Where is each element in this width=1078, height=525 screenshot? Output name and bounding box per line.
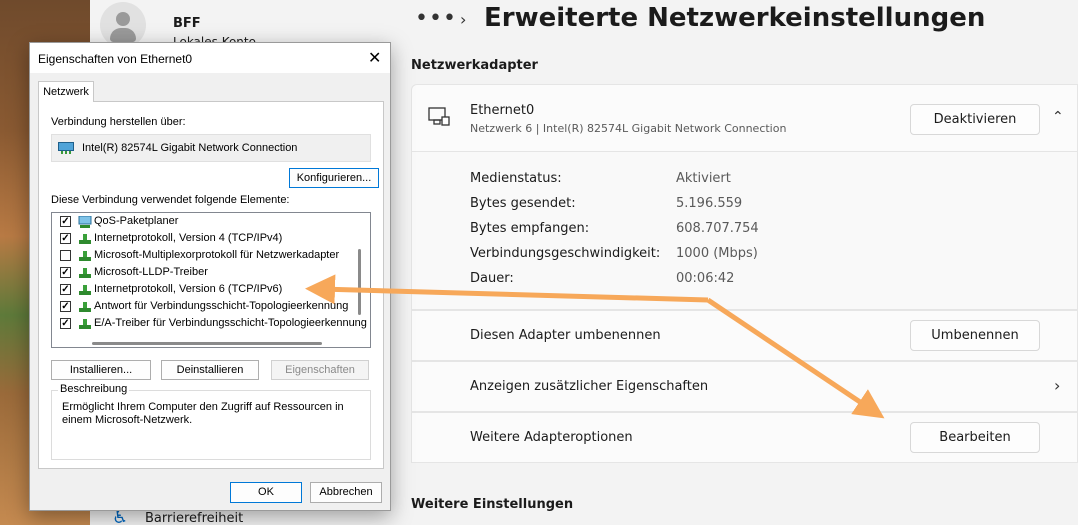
tab-network[interactable]: Netzwerk — [38, 81, 94, 102]
network-adapter-icon — [58, 142, 74, 154]
list-item[interactable]: ✓ Antwort für Verbindungsschicht-Topolog… — [52, 298, 362, 315]
list-item[interactable]: ✓ Internetprotokoll, Version 4 (TCP/IPv4… — [52, 230, 362, 247]
protocol-icon — [79, 268, 91, 278]
description-legend: Beschreibung — [58, 383, 130, 395]
adapter-options-label: Weitere Adapteroptionen — [470, 430, 633, 445]
detail-label: Bytes gesendet: — [470, 196, 576, 211]
item-label: Microsoft-Multiplexorprotokoll für Netzw… — [94, 249, 340, 261]
dialog-title: Eigenschaften von Ethernet0 — [38, 52, 193, 66]
cancel-button[interactable]: Abbrechen — [310, 482, 382, 503]
ok-button[interactable]: OK — [230, 482, 302, 503]
detail-value: 5.196.559 — [676, 196, 743, 211]
chevron-right-icon: › — [1054, 376, 1061, 395]
network-service-icon — [78, 216, 92, 228]
properties-button[interactable]: Eigenschaften — [271, 360, 369, 380]
section-title-more-settings: Weitere Einstellungen — [411, 497, 574, 512]
adapter-name: Ethernet0 — [470, 103, 535, 118]
nav-item-accessibility[interactable]: Barrierefreiheit — [145, 511, 243, 525]
detail-value: 608.707.754 — [676, 221, 759, 236]
item-label: QoS-Paketplaner — [94, 215, 179, 227]
item-label: Microsoft-LLDP-Treiber — [94, 266, 208, 278]
detail-value: Aktiviert — [676, 171, 731, 186]
items-label: Diese Verbindung verwendet folgende Elem… — [51, 194, 290, 206]
checkbox[interactable]: ✓ — [60, 267, 71, 278]
checkbox[interactable]: ✓ — [60, 216, 71, 227]
edit-button[interactable]: Bearbeiten — [910, 422, 1040, 453]
adapter-display: Intel(R) 82574L Gigabit Network Connecti… — [51, 134, 371, 162]
section-title-adapters: Netzwerkadapter — [411, 58, 538, 73]
page-title: Erweiterte Netzwerkeinstellungen — [484, 3, 986, 33]
connect-using-label: Verbindung herstellen über: — [51, 116, 186, 128]
chevron-up-icon[interactable]: ⌃ — [1052, 109, 1064, 125]
checkbox[interactable]: ✓ — [60, 284, 71, 295]
close-icon[interactable]: ✕ — [368, 48, 381, 68]
detail-label: Verbindungsgeschwindigkeit: — [470, 246, 661, 261]
rename-adapter-row: Diesen Adapter umbenennen Umbenennen — [411, 310, 1078, 361]
deactivate-button[interactable]: Deaktivieren — [910, 104, 1040, 135]
uninstall-button[interactable]: Deinstallieren — [161, 360, 259, 380]
install-button[interactable]: Installieren... — [51, 360, 151, 380]
description-group: Beschreibung Ermöglicht Ihrem Computer d… — [51, 383, 371, 460]
dialog-titlebar[interactable]: Eigenschaften von Ethernet0 ✕ — [30, 43, 390, 73]
item-label: Internetprotokoll, Version 6 (TCP/IPv6) — [94, 283, 283, 295]
list-item[interactable]: ✓ Internetprotokoll, Version 6 (TCP/IPv6… — [52, 281, 362, 298]
ethernet-properties-dialog: Eigenschaften von Ethernet0 ✕ Netzwerk V… — [29, 42, 391, 511]
protocol-icon — [79, 251, 91, 261]
horizontal-scrollbar[interactable] — [92, 342, 322, 345]
adapter-hardware-name: Intel(R) 82574L Gigabit Network Connecti… — [82, 142, 298, 154]
vertical-scrollbar[interactable] — [358, 249, 361, 315]
user-name: BFF — [173, 16, 201, 31]
detail-label: Dauer: — [470, 271, 514, 286]
detail-value: 00:06:42 — [676, 271, 735, 286]
protocol-icon — [79, 319, 91, 329]
rename-button[interactable]: Umbenennen — [910, 320, 1040, 351]
adapter-subtitle: Netzwerk 6 | Intel(R) 82574L Gigabit Net… — [470, 122, 787, 135]
additional-properties-row[interactable]: Anzeigen zusätzlicher Eigenschaften › — [411, 361, 1078, 412]
detail-label: Medienstatus: — [470, 171, 562, 186]
detail-label: Bytes empfangen: — [470, 221, 590, 236]
checkbox[interactable] — [60, 250, 71, 261]
detail-value: 1000 (Mbps) — [676, 246, 758, 261]
dialog-panel: Verbindung herstellen über: Intel(R) 825… — [38, 101, 384, 469]
protocol-icon — [79, 234, 91, 244]
configure-button[interactable]: Konfigurieren... — [289, 168, 379, 188]
components-list[interactable]: ✓ QoS-Paketplaner ✓ Internetprotokoll, V… — [51, 212, 371, 348]
additional-properties-label: Anzeigen zusätzlicher Eigenschaften — [470, 379, 709, 394]
item-label: E/A-Treiber für Verbindungsschicht-Topol… — [94, 317, 367, 329]
list-item[interactable]: Microsoft-Multiplexorprotokoll für Netzw… — [52, 247, 362, 264]
list-item[interactable]: ✓ E/A-Treiber für Verbindungsschicht-Top… — [52, 315, 367, 332]
protocol-icon — [79, 302, 91, 312]
adapter-card-header[interactable]: Ethernet0 Netzwerk 6 | Intel(R) 82574L G… — [411, 84, 1078, 152]
ethernet-icon — [428, 107, 450, 126]
description-text: Ermöglicht Ihrem Computer den Zugriff au… — [62, 401, 344, 426]
list-item[interactable]: ✓ QoS-Paketplaner — [52, 213, 362, 230]
checkbox[interactable]: ✓ — [60, 301, 71, 312]
checkbox[interactable]: ✓ — [60, 233, 71, 244]
checkbox[interactable]: ✓ — [60, 318, 71, 329]
adapter-options-row: Weitere Adapteroptionen Bearbeiten — [411, 412, 1078, 463]
rename-adapter-label: Diesen Adapter umbenennen — [470, 328, 661, 343]
protocol-icon — [79, 285, 91, 295]
more-icon[interactable]: ••• — [415, 6, 457, 31]
breadcrumb-chevron-icon: › — [460, 10, 467, 29]
list-item[interactable]: ✓ Microsoft-LLDP-Treiber — [52, 264, 362, 281]
item-label: Antwort für Verbindungsschicht-Topologie… — [94, 300, 349, 312]
item-label: Internetprotokoll, Version 4 (TCP/IPv4) — [94, 232, 283, 244]
adapter-details: Medienstatus: Aktiviert Bytes gesendet: … — [411, 152, 1078, 310]
